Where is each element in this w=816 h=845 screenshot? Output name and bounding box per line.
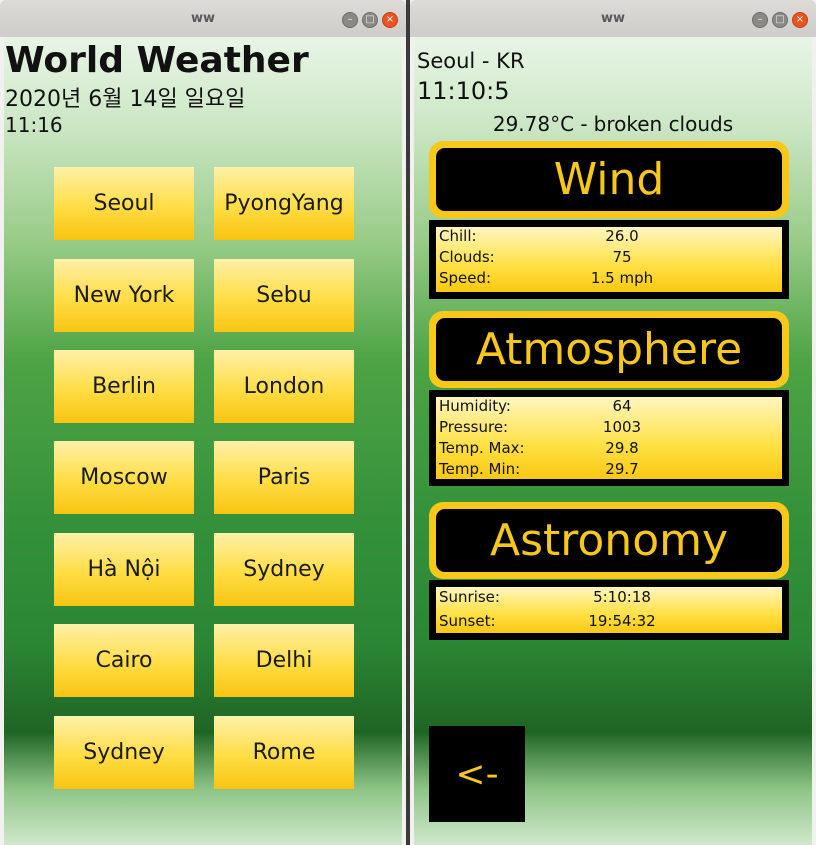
astronomy-panel: Sunrise: 5:10:18 Sunset: 19:54:32 bbox=[429, 580, 789, 640]
wind-row-chill: Chill: 26.0 bbox=[439, 227, 639, 245]
city-button-sebu[interactable]: Sebu bbox=[214, 259, 354, 332]
city-button-rome[interactable]: Rome bbox=[214, 716, 354, 789]
atmosphere-row-temp-min: Temp. Min: 29.7 bbox=[439, 460, 639, 478]
atmosphere-panel: Humidity: 64 Pressure: 1003 Temp. Max: 29.8… bbox=[429, 390, 789, 486]
back-button[interactable]: <- bbox=[429, 726, 525, 822]
city-button-pyongyang[interactable]: PyongYang bbox=[214, 167, 354, 240]
close-icon[interactable]: × bbox=[792, 12, 808, 28]
wind-panel: Chill: 26.0 Clouds: 75 Speed: 1.5 mph bbox=[429, 220, 789, 299]
city-button-sydney-2[interactable]: Sydney bbox=[54, 716, 194, 789]
astronomy-header: Astronomy bbox=[429, 502, 789, 579]
title-bar[interactable]: ww – □ × bbox=[410, 0, 816, 37]
city-button-berlin[interactable]: Berlin bbox=[54, 350, 194, 423]
atmosphere-heading: Atmosphere bbox=[436, 318, 782, 381]
minimize-icon[interactable]: – bbox=[752, 12, 768, 28]
astronomy-heading: Astronomy bbox=[436, 509, 782, 572]
city-button-paris[interactable]: Paris bbox=[214, 441, 354, 514]
city-button-new-york[interactable]: New York bbox=[54, 259, 194, 332]
atmosphere-row-temp-max: Temp. Max: 29.8 bbox=[439, 439, 639, 457]
current-date: 2020년 6월 14일 일요일 bbox=[5, 87, 246, 112]
temperature-line: 29.78°C - broken clouds bbox=[414, 112, 812, 136]
city-button-london[interactable]: London bbox=[214, 350, 354, 423]
title-bar[interactable]: ww – □ × bbox=[0, 0, 406, 37]
temperature-value: 29.78°C - bbox=[492, 112, 588, 136]
atmosphere-header: Atmosphere bbox=[429, 311, 789, 388]
minimize-icon[interactable]: – bbox=[342, 12, 358, 28]
maximize-icon[interactable]: □ bbox=[362, 12, 378, 28]
city-grid: Seoul PyongYang New York Sebu Berlin Lon… bbox=[54, 167, 354, 789]
main-window: ww – □ × World Weather 2020년 6월 14일 일요일 … bbox=[0, 0, 406, 845]
wind-heading: Wind bbox=[436, 148, 782, 211]
city-button-seoul[interactable]: Seoul bbox=[54, 167, 194, 240]
detail-content: Seoul - KR 11:10:5 29.78°C - broken cloud… bbox=[414, 37, 812, 845]
city-button-cairo[interactable]: Cairo bbox=[54, 624, 194, 697]
local-clock: 11:10:5 bbox=[417, 77, 510, 105]
detail-window: ww – □ × Seoul - KR 11:10:5 29.78°C - bro… bbox=[410, 0, 816, 845]
current-time: 11:16 bbox=[5, 113, 63, 137]
astronomy-row-sunset: Sunset: 19:54:32 bbox=[439, 612, 656, 630]
close-icon[interactable]: × bbox=[382, 12, 398, 28]
main-content: World Weather 2020년 6월 14일 일요일 11:16 Seo… bbox=[4, 37, 402, 845]
city-button-sydney[interactable]: Sydney bbox=[214, 533, 354, 606]
maximize-icon[interactable]: □ bbox=[772, 12, 788, 28]
city-button-hanoi[interactable]: Hà Nội bbox=[54, 533, 194, 606]
wind-row-speed: Speed: 1.5 mph bbox=[439, 269, 654, 287]
atmosphere-row-pressure: Pressure: 1003 bbox=[439, 418, 642, 436]
wind-row-clouds: Clouds: 75 bbox=[439, 248, 632, 266]
wind-header: Wind bbox=[429, 141, 789, 218]
location-label: Seoul - KR bbox=[417, 49, 525, 73]
atmosphere-row-humidity: Humidity: 64 bbox=[439, 397, 632, 415]
weather-description: broken clouds bbox=[593, 112, 734, 136]
city-button-moscow[interactable]: Moscow bbox=[54, 441, 194, 514]
city-button-delhi[interactable]: Delhi bbox=[214, 624, 354, 697]
astronomy-row-sunrise: Sunrise: 5:10:18 bbox=[439, 588, 651, 606]
app-title: World Weather bbox=[5, 40, 309, 81]
